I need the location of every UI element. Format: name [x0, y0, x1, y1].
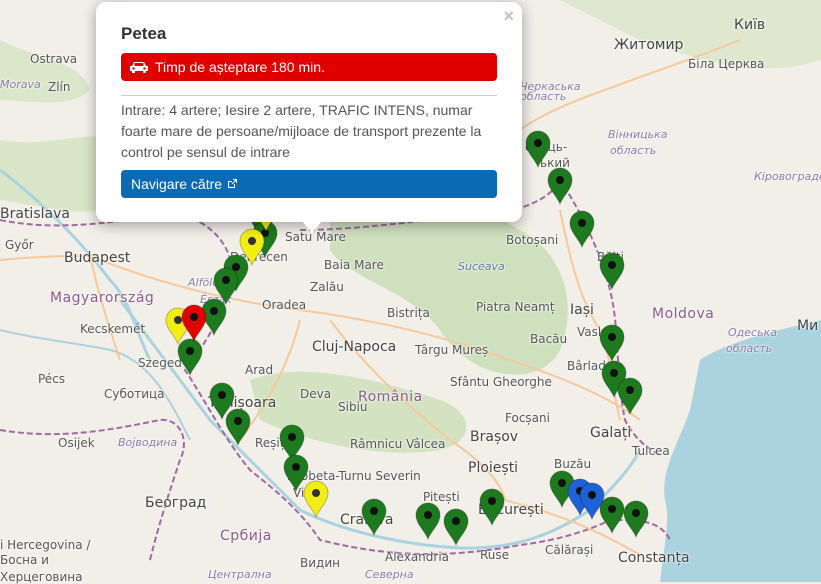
place-label: Босна и [0, 553, 49, 567]
map-marker-red[interactable] [181, 304, 207, 342]
place-label: Pécs [38, 372, 66, 386]
place-label: Zalău [310, 280, 344, 294]
map-marker-blue[interactable] [579, 482, 605, 520]
place-label: область [726, 342, 773, 355]
place-label: Северна [365, 568, 414, 581]
place-label: Tulcea [632, 444, 670, 458]
place-label: Osijek [58, 436, 95, 450]
wait-time-label: Timp de așteptare 180 min. [155, 59, 325, 75]
place-label: Deva [300, 387, 332, 401]
place-label: Magyarország [50, 290, 155, 306]
map-marker-green[interactable] [623, 500, 649, 538]
place-label: область [610, 144, 657, 157]
map-marker-green[interactable] [443, 508, 469, 546]
place-label: Sibiu [338, 400, 368, 414]
place-label: Győr [5, 238, 34, 252]
map-marker-green[interactable] [569, 210, 595, 248]
crossing-popup: × Petea Timp de așteptare 180 min. Intra… [96, 2, 522, 222]
popup-title: Petea [121, 24, 167, 43]
place-label: Sfântu Gheorghe [450, 375, 552, 389]
map-marker-green[interactable] [599, 252, 625, 290]
place-label: Budapest [64, 250, 131, 266]
place-label: Bistrița [387, 306, 430, 320]
map-marker-green[interactable] [415, 502, 441, 540]
crossing-description: Intrare: 4 artere; Iesire 2 artere, TRAF… [121, 102, 482, 160]
place-label: Ploiești [468, 460, 519, 476]
place-label: Bacău [530, 332, 568, 346]
place-label: Cluj-Napoca [312, 339, 397, 355]
place-label: Житомир [614, 37, 684, 53]
place-label: Moldova [652, 306, 715, 322]
close-icon[interactable]: × [503, 6, 514, 27]
map-marker-green[interactable] [599, 324, 625, 362]
place-label: Alexandria [385, 550, 450, 564]
popup-divider [121, 95, 497, 96]
place-label: Централна [208, 568, 272, 581]
place-label: Râmnicu Vâlcea [350, 437, 446, 451]
place-label: Војводина [118, 436, 178, 449]
place-label: i Hercegovina / [0, 538, 91, 552]
place-label: Суботица [104, 387, 165, 401]
map-marker-green[interactable] [361, 498, 387, 536]
place-label: Arad [245, 363, 274, 377]
place-label: Србија [220, 528, 272, 544]
map-marker-green[interactable] [479, 488, 505, 526]
map-marker-green[interactable] [525, 130, 551, 168]
place-label: Ми [797, 318, 819, 334]
place-label: область [520, 90, 567, 103]
place-label: Constanța [618, 550, 690, 566]
place-label: Baia Mare [324, 258, 384, 272]
navigate-button[interactable]: Navigare către [121, 170, 497, 198]
place-label: Piatra Neamț [476, 300, 555, 314]
place-label: Morava [0, 78, 41, 91]
place-label: Târgu Mureș [415, 343, 489, 357]
place-label: Kecskemét [80, 322, 146, 336]
place-label: Suceava [458, 260, 505, 273]
navigate-label: Navigare către [131, 176, 223, 192]
place-label: Oradea [262, 298, 307, 312]
place-label: Botoșani [506, 233, 559, 247]
place-label: Одеська [728, 326, 777, 339]
map-marker-yellow[interactable] [239, 228, 265, 266]
place-label: Călărași [545, 543, 594, 557]
place-label: Iași [570, 302, 594, 318]
place-label: Київ [734, 17, 766, 33]
place-label: Galați [590, 425, 632, 441]
place-label: Кіровоградська [754, 170, 821, 183]
place-label: Bratislava [0, 206, 70, 222]
map-marker-green[interactable] [547, 167, 573, 205]
place-label: Szeged [138, 356, 182, 370]
place-label: Ostrava [30, 52, 78, 66]
place-label: Вінницька [608, 128, 668, 141]
external-link-icon [228, 179, 238, 188]
popup-tip [301, 220, 323, 233]
place-label: Ruse [480, 548, 510, 562]
car-icon [130, 62, 148, 73]
map-marker-green[interactable] [225, 408, 251, 446]
map-marker-green[interactable] [617, 377, 643, 415]
place-label: Buzău [554, 457, 592, 471]
map-marker-yellow[interactable] [303, 480, 329, 518]
wait-time-badge: Timp de așteptare 180 min. [121, 53, 497, 81]
place-label: Біла Церква [688, 57, 765, 71]
place-label: Brașov [470, 429, 519, 445]
place-label: Видин [300, 556, 340, 570]
place-label: Focșani [505, 411, 550, 425]
place-label: Zlín [48, 80, 71, 94]
place-label: Београд [145, 495, 207, 511]
